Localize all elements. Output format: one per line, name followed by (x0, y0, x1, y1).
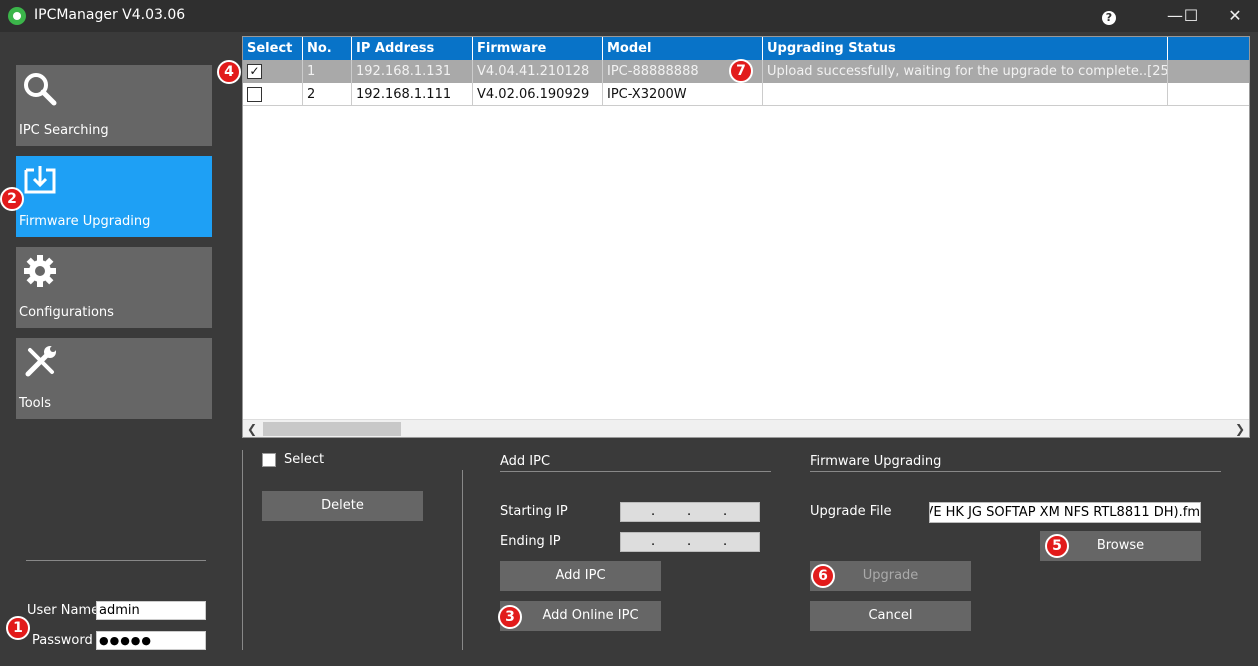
firmware-upgrading-underline (810, 471, 1221, 472)
username-field[interactable]: admin (96, 601, 206, 620)
column-header-no[interactable]: No. (303, 37, 352, 60)
no-cell: 1 (303, 60, 352, 83)
password-label: Password (32, 633, 93, 648)
model-cell: IPC-X3200W (603, 83, 763, 106)
tools-icon (25, 346, 56, 377)
callout-marker-2: 2 (0, 187, 24, 211)
table-header: Select No. IP Address Firmware Version M… (243, 37, 1249, 79)
callout-marker-5: 5 (1045, 534, 1069, 558)
firmware-cell: V4.02.06.190929 (473, 83, 603, 106)
row-checkbox[interactable] (247, 87, 262, 102)
upgrade-file-value: VE HK JG SOFTAP XM NFS RTL8811 DH).fm (929, 505, 1200, 520)
help-icon[interactable]: ? (1094, 4, 1124, 28)
search-icon (24, 73, 57, 106)
scroll-right-icon[interactable]: ❯ (1231, 420, 1249, 438)
column-header-status[interactable]: Upgrading Status (763, 37, 1168, 60)
title-bar: IPCManager V4.03.06 ? — ☐ ✕ (0, 0, 1258, 32)
sidebar-divider (26, 560, 206, 561)
firmware-upgrading-title: Firmware Upgrading (810, 454, 942, 469)
status-cell (763, 83, 1168, 106)
firmware-cell: V4.04.41.210128 (473, 60, 603, 83)
sidebar-item-tools[interactable]: Tools (16, 338, 212, 419)
callout-marker-4: 4 (217, 60, 241, 84)
sidebar-item-ipc-searching[interactable]: IPC Searching (16, 65, 212, 146)
column-header-select[interactable]: Select (243, 37, 303, 60)
row-checkbox[interactable]: ✓ (247, 64, 262, 79)
upload-box-icon (24, 166, 56, 194)
sidebar-item-configurations[interactable]: Configurations (16, 247, 212, 328)
ending-ip-label: Ending IP (500, 534, 561, 549)
sidebar-item-label: IPC Searching (19, 123, 109, 138)
gear-icon (24, 255, 56, 287)
add-ipc-title: Add IPC (500, 454, 551, 469)
callout-marker-7: 7 (729, 59, 753, 83)
column-header-model[interactable]: Model (603, 37, 763, 60)
upgrade-file-label: Upgrade File (810, 504, 892, 519)
device-table: Select No. IP Address Firmware Version M… (242, 36, 1250, 438)
table-row[interactable]: 2 192.168.1.111 V4.02.06.190929 IPC-X320… (243, 83, 1249, 106)
window-title: IPCManager V4.03.06 (34, 7, 186, 23)
delete-button[interactable]: Delete (262, 491, 423, 521)
sidebar-item-label: Tools (19, 396, 52, 411)
panel-divider-mid (462, 470, 463, 650)
add-ipc-underline (500, 471, 771, 472)
password-field[interactable]: ●●●●● (96, 631, 206, 650)
sidebar-item-label: Firmware Upgrading (19, 214, 151, 229)
close-icon[interactable]: ✕ (1220, 4, 1250, 28)
scrollbar-thumb[interactable] (263, 422, 401, 436)
callout-marker-3: 3 (498, 605, 522, 629)
username-label: User Name (27, 603, 100, 618)
ending-ip-field[interactable]: ... (620, 532, 760, 552)
status-cell: Upload successfully, waiting for the upg… (763, 60, 1168, 83)
select-all-label: Select (284, 452, 325, 467)
starting-ip-field[interactable]: ... (620, 502, 760, 522)
sidebar-item-firmware-upgrading[interactable]: Firmware Upgrading (16, 156, 212, 237)
scroll-left-icon[interactable]: ❮ (243, 420, 261, 438)
maximize-icon[interactable]: ☐ (1176, 4, 1206, 28)
panel-divider-left (242, 450, 243, 650)
select-all-checkbox[interactable] (262, 453, 276, 467)
no-cell: 2 (303, 83, 352, 106)
app-logo-icon (8, 7, 26, 25)
add-online-ipc-button[interactable]: Add Online IPC (500, 601, 661, 631)
select-cell (243, 83, 303, 106)
upgrade-file-field[interactable]: VE HK JG SOFTAP XM NFS RTL8811 DH).fm (929, 502, 1201, 523)
select-cell: ✓ (243, 60, 303, 83)
ip-cell: 192.168.1.131 (352, 60, 473, 83)
horizontal-scrollbar[interactable]: ❮ ❯ (243, 419, 1249, 437)
sidebar-item-label: Configurations (19, 305, 114, 320)
ip-cell: 192.168.1.111 (352, 83, 473, 106)
starting-ip-label: Starting IP (500, 504, 568, 519)
cancel-button[interactable]: Cancel (810, 601, 971, 631)
column-header-firmware[interactable]: Firmware Version (473, 37, 603, 79)
callout-marker-6: 6 (811, 564, 835, 588)
add-ipc-button[interactable]: Add IPC (500, 561, 661, 591)
callout-marker-1: 1 (6, 616, 30, 640)
column-header-ip[interactable]: IP Address (352, 37, 473, 60)
